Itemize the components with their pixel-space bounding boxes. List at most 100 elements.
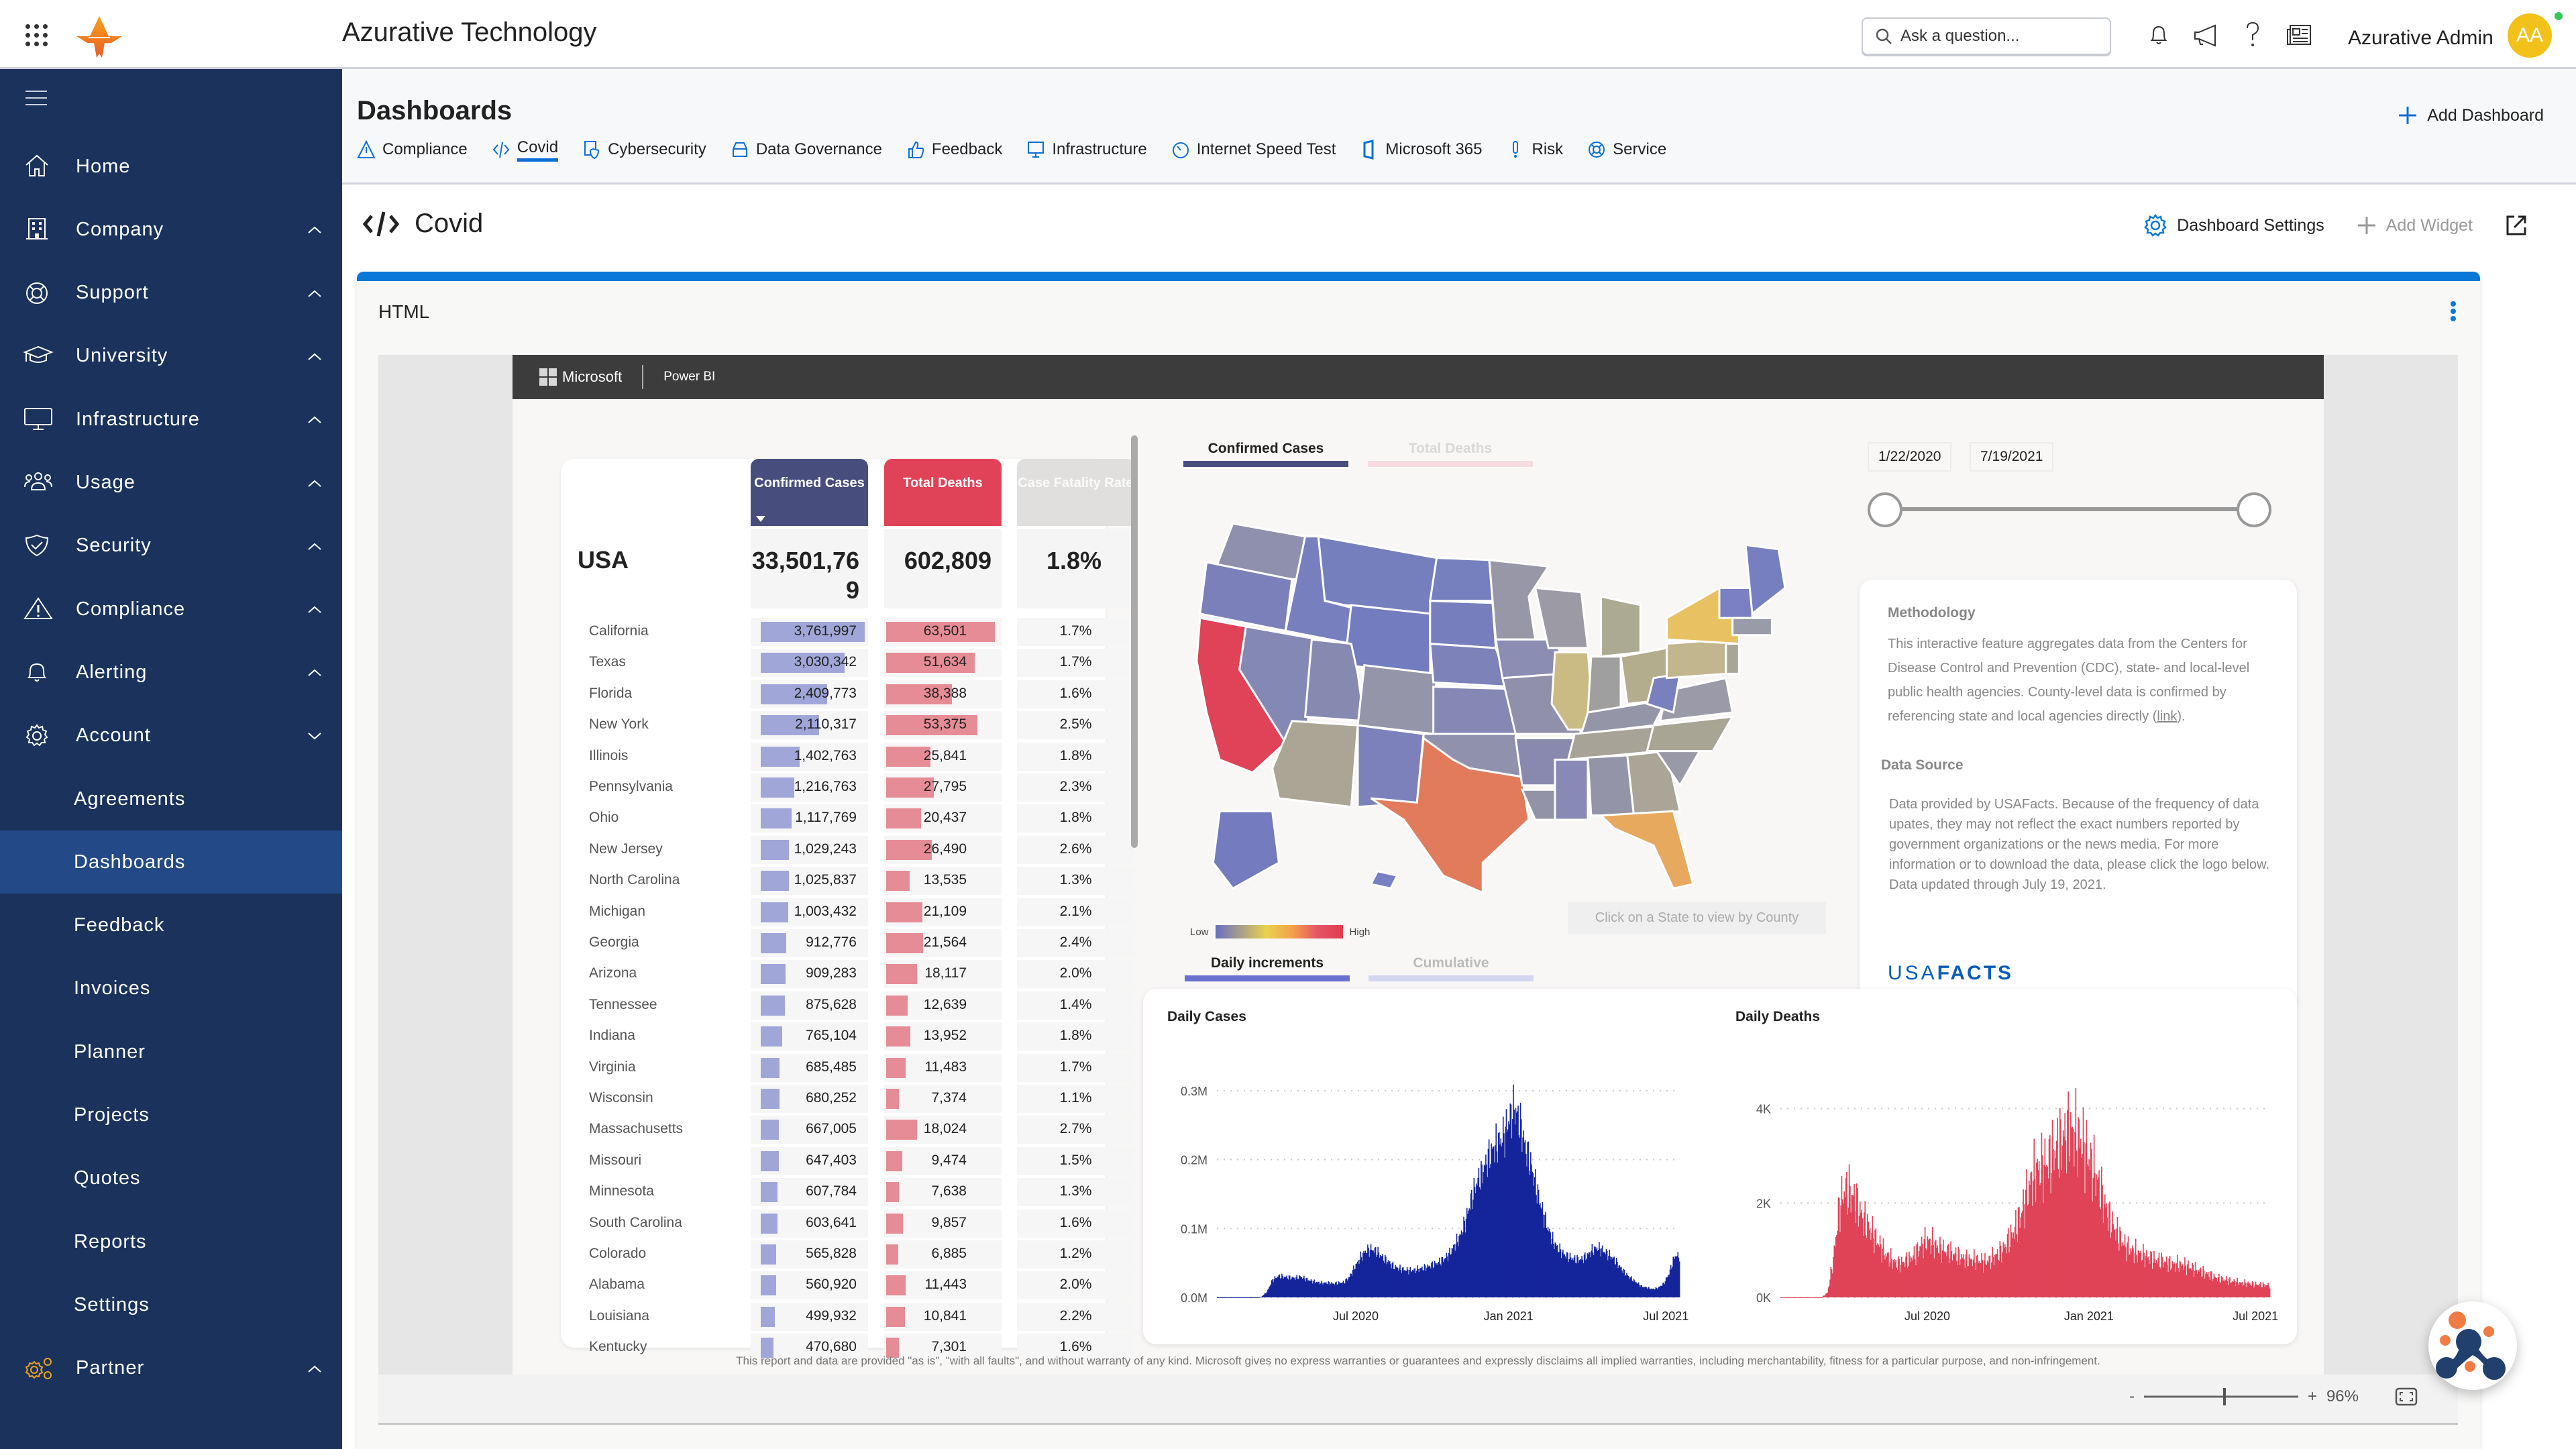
table-row[interactable]: California 3,761,997 63,501 1.7% — [561, 616, 1134, 647]
open-external-icon[interactable] — [2505, 214, 2528, 237]
chevron-up-icon[interactable] — [307, 415, 322, 424]
table-row[interactable]: Minnesota 607,784 7,638 1.3% — [561, 1177, 1134, 1208]
add-dashboard-button[interactable]: Add Dashboard — [2398, 105, 2544, 125]
sidebar-subitem-invoices[interactable]: Invoices — [0, 957, 342, 1020]
fit-to-page-icon[interactable] — [2395, 1387, 2418, 1406]
chevron-up-icon[interactable] — [307, 541, 322, 551]
table-row[interactable]: South Carolina 603,641 9,857 1.6% — [561, 1208, 1134, 1239]
tab-risk[interactable]: Risk — [1506, 135, 1563, 164]
state-indiana[interactable] — [1587, 655, 1622, 714]
sidebar-item-alerting[interactable]: Alerting — [0, 641, 342, 704]
state-florida[interactable] — [1599, 810, 1695, 890]
sidebar-subitem-reports[interactable]: Reports — [0, 1210, 342, 1273]
user-name[interactable]: Azurative Admin — [2348, 27, 2493, 50]
tab-cumulative[interactable]: Cumulative — [1368, 955, 1534, 981]
table-row[interactable]: Ohio 1,117,769 20,437 1.8% — [561, 803, 1134, 834]
daily-deaths-chart[interactable]: 0K 2K 4K Jul 2020 Jan 2021 Jul 2021 — [1727, 1029, 2284, 1338]
azurative-logo[interactable] — [75, 16, 123, 58]
tab-infrastructure[interactable]: Infrastructure — [1026, 135, 1147, 164]
table-row[interactable]: Pennsylvania 1,216,763 27,795 2.3% — [561, 772, 1134, 803]
table-row[interactable]: New Jersey 1,029,243 26,490 2.6% — [561, 835, 1134, 865]
table-row[interactable]: Virginia 685,485 11,483 1.7% — [561, 1053, 1134, 1083]
sidebar-subitem-planner[interactable]: Planner — [0, 1020, 342, 1083]
chevron-up-icon[interactable] — [307, 352, 322, 361]
us-map[interactable] — [1190, 516, 1794, 905]
sidebar-item-partner[interactable]: Partner — [0, 1337, 342, 1400]
sidebar-item-infrastructure[interactable]: Infrastructure — [0, 388, 342, 451]
usafacts-logo[interactable]: USAFACTS — [1888, 962, 2013, 985]
tab-feedback[interactable]: Feedback — [906, 135, 1002, 164]
state-kansas[interactable] — [1432, 686, 1517, 735]
table-row[interactable]: Colorado 565,828 6,885 1.2% — [561, 1239, 1134, 1270]
megaphone-icon[interactable] — [2191, 20, 2220, 50]
sidebar-subitem-settings[interactable]: Settings — [0, 1273, 342, 1336]
start-date-input[interactable]: 1/22/2020 — [1868, 442, 1952, 472]
widget-menu-icon[interactable] — [2451, 301, 2456, 321]
sidebar-subitem-dashboards[interactable]: Dashboards — [0, 830, 342, 894]
slider-start-handle[interactable] — [1868, 492, 1902, 527]
zoom-in-button[interactable]: + — [2308, 1387, 2317, 1406]
header-total-deaths[interactable]: Total Deaths — [884, 459, 1002, 526]
state-alaska[interactable] — [1212, 810, 1281, 890]
tab-microsoft-365[interactable]: Microsoft 365 — [1360, 135, 1482, 164]
chevron-up-icon[interactable] — [307, 288, 322, 298]
table-row[interactable]: Alabama 560,920 11,443 2.0% — [561, 1270, 1134, 1301]
state-mississippi[interactable] — [1554, 758, 1589, 821]
sidebar-item-university[interactable]: University — [0, 325, 342, 388]
sidebar-item-compliance[interactable]: Compliance — [0, 578, 342, 641]
table-row[interactable]: Florida 2,409,773 38,388 1.6% — [561, 679, 1134, 710]
tab-daily-increments[interactable]: Daily increments — [1185, 955, 1350, 981]
chevron-up-icon[interactable] — [307, 667, 322, 677]
dashboard-settings-button[interactable]: Dashboard Settings — [2143, 213, 2324, 237]
hamburger-menu-icon[interactable] — [25, 91, 47, 105]
zoom-slider[interactable] — [2143, 1387, 2298, 1407]
methodology-link[interactable]: link — [2157, 709, 2177, 724]
state-alabama[interactable] — [1587, 754, 1635, 817]
table-row[interactable]: Indiana 765,104 13,952 1.8% — [561, 1021, 1134, 1052]
table-row[interactable]: New York 2,110,317 53,375 2.5% — [561, 710, 1134, 741]
tab-service[interactable]: Service — [1587, 135, 1666, 164]
sidebar-item-security[interactable]: Security — [0, 515, 342, 578]
sidebar-subitem-quotes[interactable]: Quotes — [0, 1147, 342, 1210]
state-hawaii[interactable] — [1369, 870, 1399, 890]
state-pennsylvania[interactable] — [1666, 638, 1727, 680]
add-widget-button[interactable]: Add Widget — [2357, 215, 2473, 235]
state-michigan[interactable] — [1600, 595, 1642, 658]
sidebar-item-usage[interactable]: Usage — [0, 451, 342, 515]
daily-cases-chart[interactable]: 0.0M 0.1M 0.2M 0.3M Jul 2020 Jan 2021 Jul 2021 — [1157, 1029, 1693, 1338]
tab-cybersecurity[interactable]: Cybersecurity — [582, 135, 706, 164]
state-maine[interactable] — [1744, 543, 1786, 616]
chevron-down-icon[interactable] — [307, 731, 322, 741]
state-montana[interactable] — [1317, 535, 1438, 615]
table-row[interactable]: Wisconsin 680,252 7,374 1.1% — [561, 1083, 1134, 1114]
state-colorado[interactable] — [1356, 663, 1438, 735]
table-scrollbar[interactable] — [1131, 435, 1138, 848]
tab-covid[interactable]: Covid — [492, 135, 559, 164]
table-row[interactable]: Texas 3,030,342 51,634 1.7% — [561, 647, 1134, 678]
bell-icon[interactable] — [2144, 20, 2174, 50]
state-south-dakota[interactable] — [1429, 600, 1497, 649]
state-massachusetts[interactable] — [1731, 616, 1773, 637]
date-range-slider[interactable] — [1884, 507, 2250, 511]
sidebar-item-account[interactable]: Account — [0, 704, 342, 767]
state-wyoming[interactable] — [1343, 604, 1432, 676]
sidebar-subitem-feedback[interactable]: Feedback — [0, 894, 342, 957]
assistant-launcher-button[interactable] — [2428, 1301, 2517, 1390]
table-row[interactable]: North Carolina 1,025,837 13,535 1.3% — [561, 865, 1134, 896]
header-case-fatality-rate[interactable]: Case Fatality Rate — [1017, 459, 1134, 526]
state-north-dakota[interactable] — [1429, 557, 1494, 602]
chevron-up-icon[interactable] — [307, 604, 322, 614]
table-row[interactable]: Missouri 647,403 9,474 1.5% — [561, 1146, 1134, 1177]
avatar[interactable]: AA — [2508, 13, 2552, 58]
tab-compliance[interactable]: Compliance — [357, 135, 468, 164]
sidebar-subitem-projects[interactable]: Projects — [0, 1084, 342, 1147]
sidebar-item-home[interactable]: Home — [0, 135, 342, 198]
table-row[interactable]: Michigan 1,003,432 21,109 2.1% — [561, 897, 1134, 928]
state-vermont-nh[interactable] — [1718, 586, 1754, 619]
table-row[interactable]: Massachusetts 667,005 18,024 2.7% — [561, 1114, 1134, 1145]
ask-question-input[interactable]: Ask a question... — [1862, 17, 2111, 55]
table-row[interactable]: Louisiana 499,932 10,841 2.2% — [561, 1301, 1134, 1332]
sidebar-subitem-agreements[interactable]: Agreements — [0, 767, 342, 830]
help-icon[interactable] — [2238, 20, 2267, 50]
tab-data-governance[interactable]: Data Governance — [731, 135, 882, 164]
